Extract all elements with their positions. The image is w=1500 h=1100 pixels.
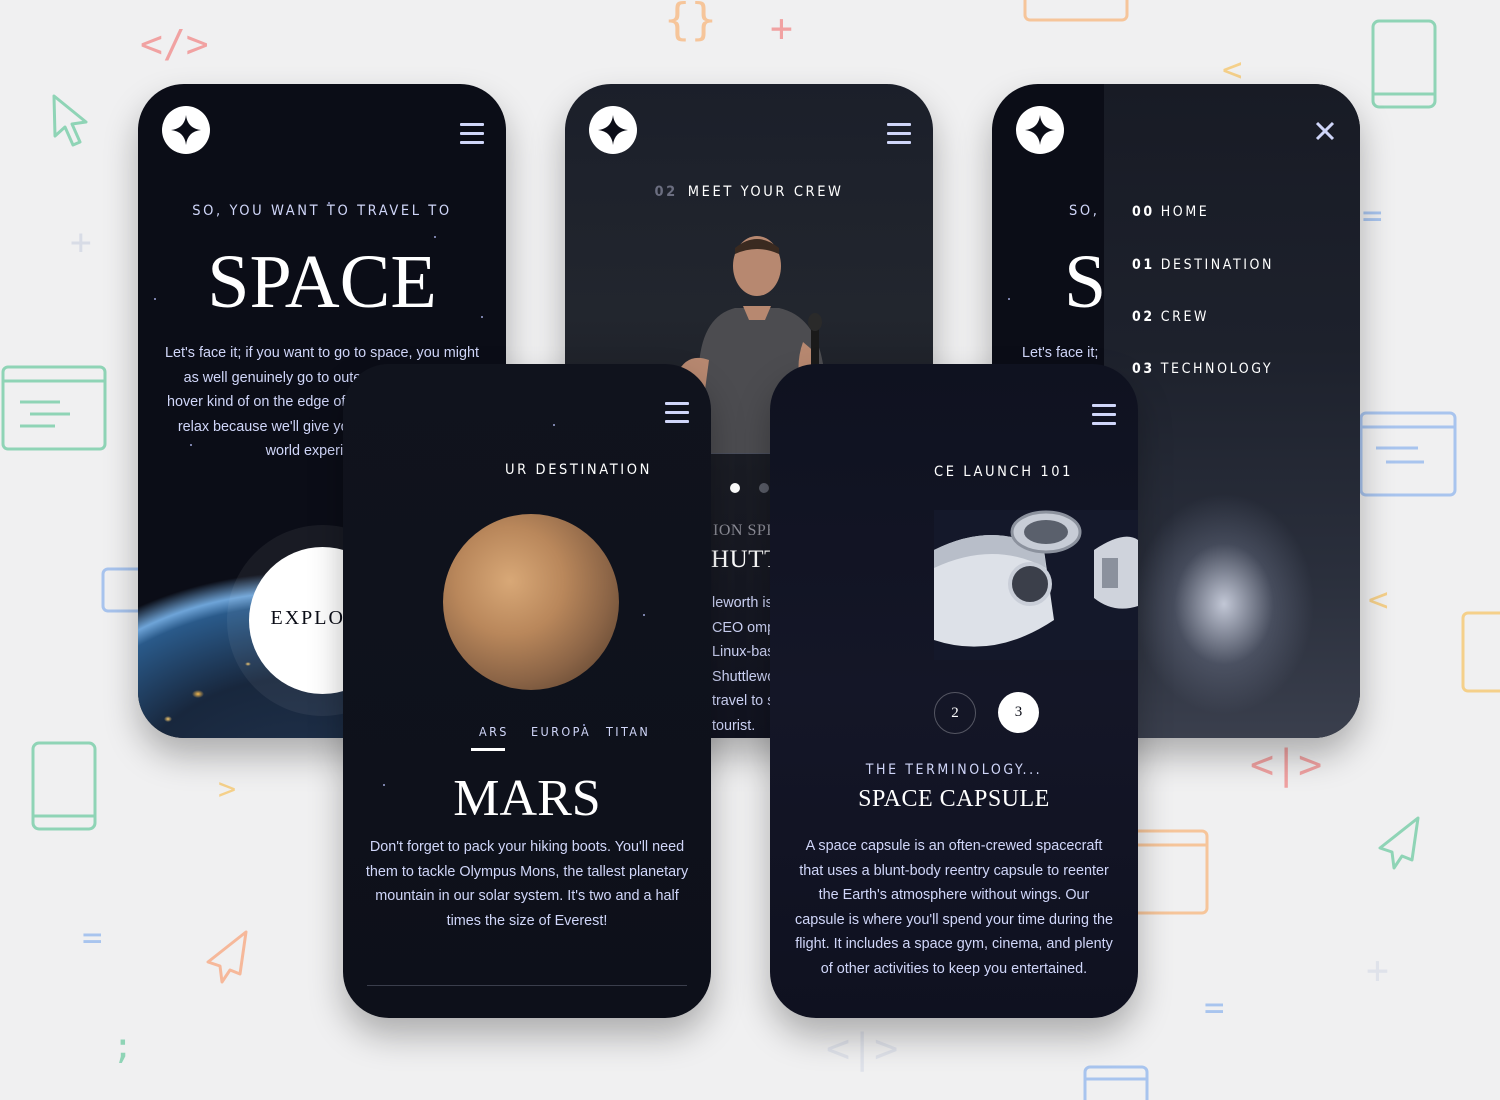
code-tag-icon: <|> — [1250, 742, 1323, 788]
tab-europa[interactable]: EUROPA — [531, 724, 591, 739]
plus-icon: + — [70, 222, 92, 263]
technology-terminology: THE TERMINOLOGY... — [865, 762, 1043, 778]
planet-description: Don't forget to pack your hiking boots. … — [365, 839, 689, 929]
paper-plane-icon — [1378, 816, 1420, 870]
equals-icon: = — [1204, 988, 1225, 1028]
nav-item-label: DESTINATION — [1160, 257, 1275, 273]
carousel-dot-active[interactable] — [730, 483, 740, 493]
carousel-dot[interactable] — [759, 483, 769, 493]
nav-item-label: HOME — [1160, 204, 1210, 220]
tab-label: ARS — [479, 724, 509, 739]
star-logo-icon — [171, 115, 201, 145]
equals-icon: = — [82, 918, 103, 958]
tab-titan[interactable]: TITAN — [606, 724, 650, 739]
crew-heading-text: MEET YOUR CREW — [687, 184, 844, 200]
semicolon-icon: ; — [112, 1026, 134, 1067]
nav-item-technology[interactable]: 03 TECHNOLOGY — [1132, 361, 1273, 377]
tab-active-indicator — [471, 748, 505, 751]
star — [553, 424, 555, 426]
code-tag-icon: <|> — [826, 1026, 899, 1072]
divider — [367, 985, 687, 986]
cursor-icon — [52, 94, 88, 147]
tab-label: EUROPA — [531, 724, 592, 739]
phone-technology-screen: CE LAUNCH 101 2 3 THE TERMINOLOGY... SPA… — [770, 364, 1138, 1018]
nav-item-crew[interactable]: 02 CREW — [1132, 309, 1209, 325]
code-tag-icon: </> — [140, 22, 209, 66]
home-subtitle: SO, YOU WANT TO TRAVEL TO — [192, 203, 452, 219]
plus-icon: + — [1366, 948, 1389, 992]
tab-mars[interactable]: ARS — [479, 724, 509, 739]
technology-heading: CE LAUNCH 101 — [934, 464, 1074, 480]
browser-window-icon — [1131, 829, 1209, 915]
hamburger-menu-icon[interactable] — [460, 123, 484, 144]
hamburger-menu-icon[interactable] — [1092, 404, 1116, 425]
crew-heading: 02 MEET YOUR CREW — [565, 184, 933, 200]
home-title-peek: S — [1064, 240, 1107, 324]
braces-icon: {} — [664, 0, 717, 45]
nav-item-label: TECHNOLOGY — [1160, 361, 1274, 377]
home-description-peek: Let's face it; — [1022, 345, 1099, 361]
close-icon[interactable] — [1315, 121, 1335, 141]
destination-heading: UR DESTINATION — [505, 462, 652, 478]
star-logo-icon — [1025, 115, 1055, 145]
chevron-left-icon: < — [1368, 580, 1389, 620]
browser-window-icon — [1023, 0, 1129, 22]
phone-outline-icon — [101, 567, 140, 613]
nav-item-number: 03 — [1132, 361, 1155, 377]
browser-window-icon — [1359, 411, 1457, 497]
nav-item-home[interactable]: 00 HOME — [1132, 204, 1209, 220]
planet-name: MARS — [453, 770, 601, 827]
step-label: 2 — [951, 705, 959, 721]
nav-item-label: CREW — [1160, 309, 1210, 325]
logo[interactable] — [1016, 106, 1064, 154]
phone-destination-screen: UR DESTINATION ARS EUROPA TITAN MARS Don… — [343, 364, 711, 1018]
step-button-3-active[interactable]: 3 — [998, 692, 1039, 733]
nav-item-number: 02 — [1132, 309, 1155, 325]
hamburger-menu-icon[interactable] — [887, 123, 911, 144]
browser-window-icon — [1083, 1065, 1149, 1100]
step-button-2[interactable]: 2 — [934, 692, 976, 734]
logo[interactable] — [162, 106, 210, 154]
space-capsule-image — [934, 510, 1138, 660]
chevron-right-icon: > — [218, 772, 237, 807]
nav-item-destination[interactable]: 01 DESTINATION — [1132, 257, 1274, 273]
logo[interactable] — [589, 106, 637, 154]
hamburger-menu-icon[interactable] — [665, 402, 689, 423]
tablet-icon — [31, 741, 97, 831]
nav-drawer: 00 HOME 01 DESTINATION 02 CREW 03 TECHNOLOGY — [1104, 84, 1360, 738]
star — [1008, 298, 1010, 300]
technology-description: A space capsule is an often-crewed space… — [795, 838, 1113, 977]
browser-window-icon — [1, 365, 107, 451]
nav-item-number: 00 — [1132, 204, 1155, 220]
paper-plane-icon — [206, 930, 248, 984]
plus-icon: + — [770, 6, 793, 50]
tablet-icon — [1371, 19, 1437, 109]
technology-title: SPACE CAPSULE — [858, 786, 1050, 812]
crew-heading-number: 02 — [654, 184, 678, 200]
planet-image — [443, 514, 619, 690]
tab-label: TITAN — [606, 724, 651, 739]
equals-icon: = — [1362, 196, 1383, 236]
browser-window-icon — [1461, 611, 1500, 693]
nav-item-number: 01 — [1132, 257, 1155, 273]
step-label: 3 — [1014, 704, 1023, 720]
home-title: SPACE — [207, 240, 437, 324]
star-logo-icon — [598, 115, 628, 145]
star — [643, 614, 645, 616]
